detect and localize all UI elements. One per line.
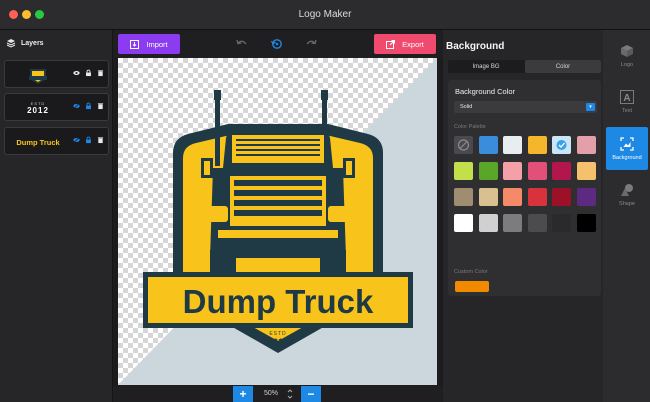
reset-icon[interactable] — [270, 38, 284, 50]
color-swatch[interactable] — [552, 188, 571, 206]
color-swatch[interactable] — [576, 136, 596, 154]
tool-text[interactable]: A Text — [606, 80, 648, 123]
color-swatch[interactable] — [503, 188, 522, 206]
color-swatch[interactable] — [454, 162, 473, 180]
svg-text:A: A — [623, 93, 630, 104]
zoom-stepper-icon[interactable] — [287, 388, 293, 400]
color-swatch[interactable] — [527, 162, 547, 180]
background-color-card: Background Color Solid ▾ Color Palette C… — [448, 80, 601, 296]
window-title: Logo Maker — [298, 9, 352, 20]
canvas-area: Dump Truck ESTD 2012 — [113, 58, 443, 388]
import-button[interactable]: Import — [118, 34, 180, 54]
color-swatch[interactable] — [478, 188, 498, 206]
text-icon: A — [620, 89, 634, 104]
color-swatch[interactable] — [576, 162, 596, 180]
layer-row-dump-truck-text[interactable]: Dump Truck — [4, 127, 109, 155]
background-color-title: Background Color — [455, 87, 516, 96]
tool-background[interactable]: Background — [606, 127, 648, 170]
layer-thumbnail — [9, 64, 67, 86]
logo-title[interactable]: Dump Truck — [183, 283, 374, 320]
trash-icon[interactable] — [97, 102, 104, 110]
layer-row-truck-logo[interactable] — [4, 60, 109, 88]
tool-sidebar: Logo A Text Background Shape — [603, 30, 650, 402]
chevron-down-icon: ▾ — [586, 103, 595, 111]
layer-thumbnail: Dump Truck — [16, 137, 60, 147]
palette-label: Color Palette — [454, 124, 486, 130]
layers-panel: Layers ESTD 2012 Dump Truck — [0, 30, 113, 402]
color-swatch[interactable] — [527, 188, 547, 206]
layer-row-estd[interactable]: ESTD 2012 — [4, 93, 109, 121]
color-swatch[interactable] — [503, 214, 522, 232]
layer-thumbnail: ESTD 2012 — [27, 101, 49, 115]
trash-icon[interactable] — [97, 69, 104, 77]
cube-icon — [621, 44, 633, 57]
color-swatch[interactable] — [478, 136, 498, 154]
undo-icon[interactable] — [235, 38, 249, 50]
layers-title: Layers — [21, 39, 44, 47]
color-swatch[interactable] — [454, 188, 473, 206]
background-icon — [620, 136, 634, 151]
lock-icon[interactable] — [85, 136, 92, 144]
zoom-bar: + 50% − — [113, 386, 443, 402]
layers-icon — [6, 39, 16, 48]
export-icon — [386, 39, 396, 49]
color-swatch[interactable] — [478, 214, 498, 232]
properties-title: Background — [446, 41, 505, 52]
redo-icon[interactable] — [304, 38, 318, 50]
custom-color-label: Custom Color — [454, 269, 488, 275]
shape-icon — [621, 183, 633, 196]
background-mode-tabs: Image BG Color — [448, 60, 601, 73]
eye-icon[interactable] — [73, 69, 80, 77]
fill-type-select[interactable]: Solid ▾ — [454, 101, 597, 113]
import-icon — [130, 39, 140, 49]
color-swatch[interactable] — [527, 214, 547, 232]
export-button[interactable]: Export — [374, 34, 436, 54]
tool-logo[interactable]: Logo — [606, 34, 648, 77]
color-swatch[interactable] — [527, 136, 547, 154]
tab-image-bg[interactable]: Image BG — [448, 60, 524, 73]
top-toolbar: Import Export — [113, 30, 443, 58]
zoom-value[interactable]: 50% — [256, 388, 286, 400]
eye-hidden-icon[interactable] — [73, 136, 80, 144]
trash-icon[interactable] — [97, 136, 104, 144]
layers-header: Layers — [6, 38, 44, 48]
color-swatch[interactable] — [552, 214, 571, 232]
color-swatch[interactable] — [503, 136, 522, 154]
color-swatch[interactable] — [576, 188, 596, 206]
no-color-swatch[interactable] — [454, 136, 473, 154]
lock-icon[interactable] — [85, 69, 92, 77]
lock-icon[interactable] — [85, 102, 92, 110]
tab-color[interactable]: Color — [525, 60, 601, 73]
title-bar: Logo Maker — [0, 0, 650, 30]
zoom-out-button[interactable]: − — [301, 386, 321, 402]
color-swatch[interactable] — [576, 214, 596, 232]
color-swatch[interactable] — [552, 162, 571, 180]
properties-panel: Background Image BG Color Background Col… — [443, 30, 603, 402]
design-canvas[interactable]: Dump Truck ESTD 2012 — [118, 58, 437, 385]
tool-shape[interactable]: Shape — [606, 173, 648, 216]
color-swatch[interactable] — [454, 214, 473, 232]
color-swatch[interactable] — [478, 162, 498, 180]
logo-year[interactable]: 2012 — [268, 337, 288, 347]
color-swatch[interactable] — [503, 162, 522, 180]
custom-color-swatch[interactable] — [455, 281, 489, 292]
zoom-in-button[interactable]: + — [233, 386, 253, 402]
selected-color-swatch[interactable] — [552, 136, 571, 154]
eye-hidden-icon[interactable] — [73, 102, 80, 110]
